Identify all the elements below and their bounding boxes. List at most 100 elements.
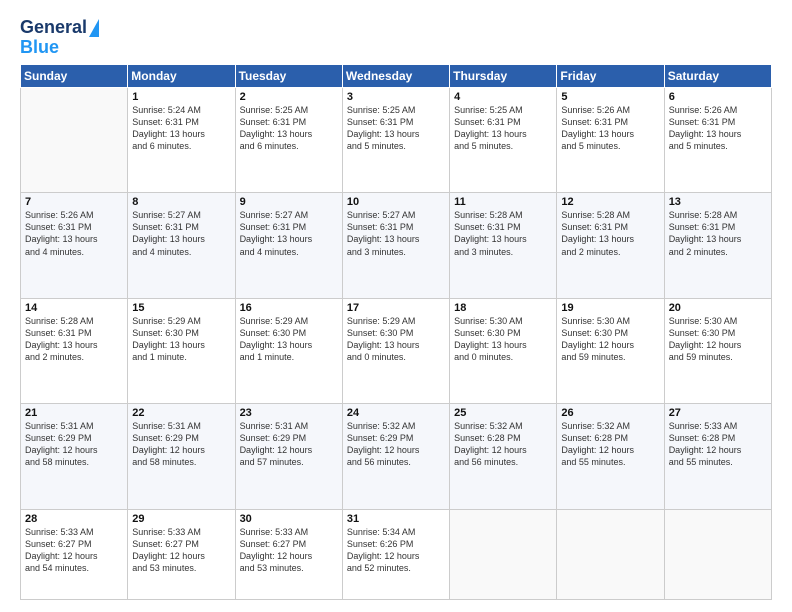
day-info: Sunrise: 5:28 AM Sunset: 6:31 PM Dayligh…: [25, 315, 123, 364]
day-number: 12: [561, 196, 659, 208]
day-info: Sunrise: 5:32 AM Sunset: 6:28 PM Dayligh…: [561, 420, 659, 469]
calendar-cell: 12Sunrise: 5:28 AM Sunset: 6:31 PM Dayli…: [557, 193, 664, 298]
day-info: Sunrise: 5:33 AM Sunset: 6:27 PM Dayligh…: [25, 526, 123, 575]
calendar-cell: 28Sunrise: 5:33 AM Sunset: 6:27 PM Dayli…: [21, 509, 128, 599]
day-info: Sunrise: 5:31 AM Sunset: 6:29 PM Dayligh…: [25, 420, 123, 469]
day-info: Sunrise: 5:27 AM Sunset: 6:31 PM Dayligh…: [132, 209, 230, 258]
day-number: 7: [25, 196, 123, 208]
day-number: 18: [454, 302, 552, 314]
day-info: Sunrise: 5:27 AM Sunset: 6:31 PM Dayligh…: [347, 209, 445, 258]
calendar-cell: 7Sunrise: 5:26 AM Sunset: 6:31 PM Daylig…: [21, 193, 128, 298]
calendar-cell: 10Sunrise: 5:27 AM Sunset: 6:31 PM Dayli…: [342, 193, 449, 298]
calendar-cell: 19Sunrise: 5:30 AM Sunset: 6:30 PM Dayli…: [557, 298, 664, 403]
calendar-cell: 20Sunrise: 5:30 AM Sunset: 6:30 PM Dayli…: [664, 298, 771, 403]
day-number: 1: [132, 91, 230, 103]
day-number: 4: [454, 91, 552, 103]
calendar-cell: [21, 87, 128, 192]
calendar-week-1: 1Sunrise: 5:24 AM Sunset: 6:31 PM Daylig…: [21, 87, 772, 192]
calendar-cell: 31Sunrise: 5:34 AM Sunset: 6:26 PM Dayli…: [342, 509, 449, 599]
calendar-cell: 2Sunrise: 5:25 AM Sunset: 6:31 PM Daylig…: [235, 87, 342, 192]
day-info: Sunrise: 5:32 AM Sunset: 6:28 PM Dayligh…: [454, 420, 552, 469]
day-info: Sunrise: 5:30 AM Sunset: 6:30 PM Dayligh…: [454, 315, 552, 364]
day-info: Sunrise: 5:28 AM Sunset: 6:31 PM Dayligh…: [454, 209, 552, 258]
day-number: 6: [669, 91, 767, 103]
day-number: 29: [132, 513, 230, 525]
calendar-cell: [450, 509, 557, 599]
weekday-header-tuesday: Tuesday: [235, 64, 342, 87]
calendar-cell: 22Sunrise: 5:31 AM Sunset: 6:29 PM Dayli…: [128, 404, 235, 509]
weekday-header-saturday: Saturday: [664, 64, 771, 87]
calendar-cell: 11Sunrise: 5:28 AM Sunset: 6:31 PM Dayli…: [450, 193, 557, 298]
calendar-week-4: 21Sunrise: 5:31 AM Sunset: 6:29 PM Dayli…: [21, 404, 772, 509]
weekday-header-wednesday: Wednesday: [342, 64, 449, 87]
day-number: 16: [240, 302, 338, 314]
day-info: Sunrise: 5:33 AM Sunset: 6:27 PM Dayligh…: [132, 526, 230, 575]
day-info: Sunrise: 5:25 AM Sunset: 6:31 PM Dayligh…: [454, 104, 552, 153]
day-number: 13: [669, 196, 767, 208]
calendar-cell: 27Sunrise: 5:33 AM Sunset: 6:28 PM Dayli…: [664, 404, 771, 509]
day-info: Sunrise: 5:29 AM Sunset: 6:30 PM Dayligh…: [240, 315, 338, 364]
day-info: Sunrise: 5:33 AM Sunset: 6:28 PM Dayligh…: [669, 420, 767, 469]
day-number: 31: [347, 513, 445, 525]
day-info: Sunrise: 5:31 AM Sunset: 6:29 PM Dayligh…: [132, 420, 230, 469]
logo-general: General: [20, 18, 87, 38]
page: General Blue SundayMondayTuesdayWednesda…: [0, 0, 792, 612]
day-number: 2: [240, 91, 338, 103]
day-number: 5: [561, 91, 659, 103]
calendar-week-5: 28Sunrise: 5:33 AM Sunset: 6:27 PM Dayli…: [21, 509, 772, 599]
day-info: Sunrise: 5:26 AM Sunset: 6:31 PM Dayligh…: [25, 209, 123, 258]
day-number: 17: [347, 302, 445, 314]
day-info: Sunrise: 5:30 AM Sunset: 6:30 PM Dayligh…: [669, 315, 767, 364]
calendar-cell: 25Sunrise: 5:32 AM Sunset: 6:28 PM Dayli…: [450, 404, 557, 509]
calendar-cell: 23Sunrise: 5:31 AM Sunset: 6:29 PM Dayli…: [235, 404, 342, 509]
day-info: Sunrise: 5:26 AM Sunset: 6:31 PM Dayligh…: [561, 104, 659, 153]
calendar-cell: 9Sunrise: 5:27 AM Sunset: 6:31 PM Daylig…: [235, 193, 342, 298]
day-number: 28: [25, 513, 123, 525]
day-number: 14: [25, 302, 123, 314]
weekday-header-thursday: Thursday: [450, 64, 557, 87]
day-number: 23: [240, 407, 338, 419]
day-number: 10: [347, 196, 445, 208]
calendar-cell: 17Sunrise: 5:29 AM Sunset: 6:30 PM Dayli…: [342, 298, 449, 403]
day-info: Sunrise: 5:30 AM Sunset: 6:30 PM Dayligh…: [561, 315, 659, 364]
day-info: Sunrise: 5:24 AM Sunset: 6:31 PM Dayligh…: [132, 104, 230, 153]
day-info: Sunrise: 5:25 AM Sunset: 6:31 PM Dayligh…: [347, 104, 445, 153]
day-number: 11: [454, 196, 552, 208]
day-info: Sunrise: 5:32 AM Sunset: 6:29 PM Dayligh…: [347, 420, 445, 469]
calendar-cell: 14Sunrise: 5:28 AM Sunset: 6:31 PM Dayli…: [21, 298, 128, 403]
calendar-cell: 30Sunrise: 5:33 AM Sunset: 6:27 PM Dayli…: [235, 509, 342, 599]
day-number: 19: [561, 302, 659, 314]
calendar-cell: 18Sunrise: 5:30 AM Sunset: 6:30 PM Dayli…: [450, 298, 557, 403]
day-info: Sunrise: 5:33 AM Sunset: 6:27 PM Dayligh…: [240, 526, 338, 575]
header: General Blue: [20, 18, 772, 58]
calendar-cell: 21Sunrise: 5:31 AM Sunset: 6:29 PM Dayli…: [21, 404, 128, 509]
day-number: 22: [132, 407, 230, 419]
calendar-cell: 1Sunrise: 5:24 AM Sunset: 6:31 PM Daylig…: [128, 87, 235, 192]
day-info: Sunrise: 5:28 AM Sunset: 6:31 PM Dayligh…: [561, 209, 659, 258]
day-number: 15: [132, 302, 230, 314]
calendar-cell: 29Sunrise: 5:33 AM Sunset: 6:27 PM Dayli…: [128, 509, 235, 599]
day-info: Sunrise: 5:29 AM Sunset: 6:30 PM Dayligh…: [347, 315, 445, 364]
calendar-cell: 13Sunrise: 5:28 AM Sunset: 6:31 PM Dayli…: [664, 193, 771, 298]
day-info: Sunrise: 5:27 AM Sunset: 6:31 PM Dayligh…: [240, 209, 338, 258]
day-info: Sunrise: 5:25 AM Sunset: 6:31 PM Dayligh…: [240, 104, 338, 153]
day-info: Sunrise: 5:34 AM Sunset: 6:26 PM Dayligh…: [347, 526, 445, 575]
calendar-cell: 4Sunrise: 5:25 AM Sunset: 6:31 PM Daylig…: [450, 87, 557, 192]
day-number: 25: [454, 407, 552, 419]
day-number: 24: [347, 407, 445, 419]
weekday-header-row: SundayMondayTuesdayWednesdayThursdayFrid…: [21, 64, 772, 87]
day-info: Sunrise: 5:31 AM Sunset: 6:29 PM Dayligh…: [240, 420, 338, 469]
day-number: 8: [132, 196, 230, 208]
calendar-cell: 26Sunrise: 5:32 AM Sunset: 6:28 PM Dayli…: [557, 404, 664, 509]
calendar-cell: 16Sunrise: 5:29 AM Sunset: 6:30 PM Dayli…: [235, 298, 342, 403]
day-info: Sunrise: 5:26 AM Sunset: 6:31 PM Dayligh…: [669, 104, 767, 153]
logo-triangle-icon: [89, 19, 99, 37]
weekday-header-friday: Friday: [557, 64, 664, 87]
weekday-header-sunday: Sunday: [21, 64, 128, 87]
calendar-week-2: 7Sunrise: 5:26 AM Sunset: 6:31 PM Daylig…: [21, 193, 772, 298]
day-number: 20: [669, 302, 767, 314]
day-number: 30: [240, 513, 338, 525]
day-number: 3: [347, 91, 445, 103]
day-info: Sunrise: 5:28 AM Sunset: 6:31 PM Dayligh…: [669, 209, 767, 258]
logo: General Blue: [20, 18, 99, 58]
